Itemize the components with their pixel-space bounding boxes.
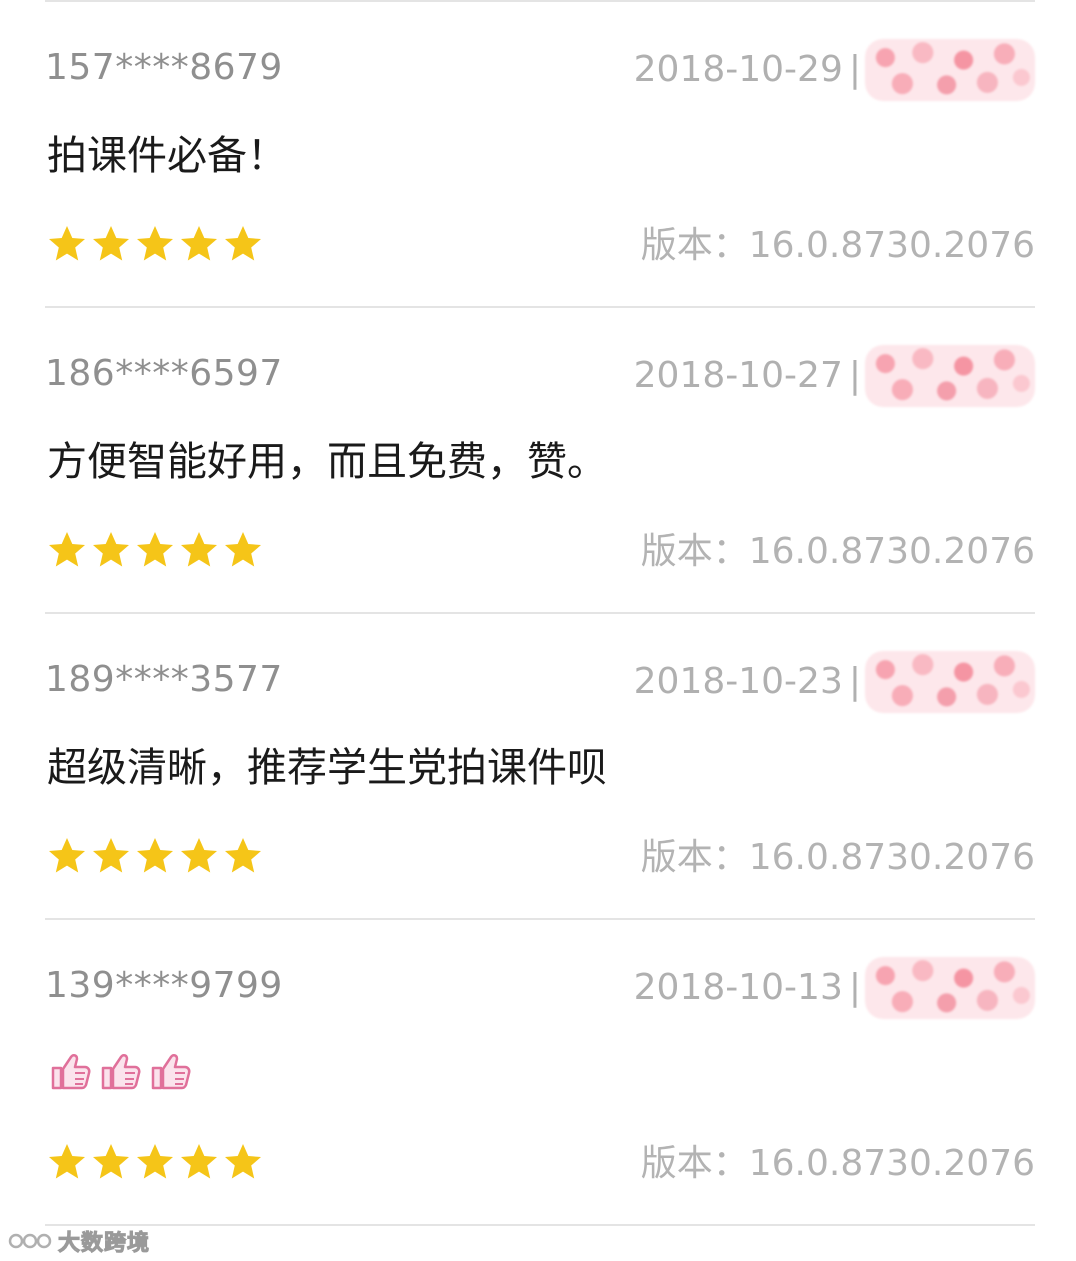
star-icon — [137, 532, 173, 567]
star-icon — [49, 532, 85, 567]
app-version: 版本：16.0.8730.2076 — [640, 837, 1035, 878]
review-comment-emoji — [49, 1050, 193, 1092]
review-item: 189****3577 2018-10-23 | 超级清晰，推荐学生党拍课件呗 … — [45, 614, 1035, 920]
star-icon — [49, 1144, 85, 1179]
review-date: 2018-10-29 — [633, 49, 843, 90]
review-comment: 拍课件必备！ — [47, 133, 287, 179]
thumbs-up-icon — [151, 1054, 191, 1090]
star-icon — [93, 532, 129, 567]
app-version: 版本：16.0.8730.2076 — [640, 531, 1035, 572]
review-meta: 2018-10-23 | — [633, 651, 1035, 713]
meta-separator: | — [848, 49, 861, 90]
star-icon — [181, 532, 217, 567]
redacted-sticker — [865, 345, 1035, 407]
meta-separator: | — [848, 661, 861, 702]
star-icon — [93, 838, 129, 873]
redacted-sticker — [865, 957, 1035, 1019]
star-icon — [181, 838, 217, 873]
review-meta: 2018-10-27 | — [633, 345, 1035, 407]
star-icon — [93, 226, 129, 261]
star-icon — [181, 226, 217, 261]
review-date: 2018-10-23 — [633, 661, 843, 702]
star-rating — [47, 530, 263, 570]
star-icon — [49, 838, 85, 873]
star-icon — [225, 1144, 261, 1179]
star-icon — [225, 226, 261, 261]
thumbs-up-icon — [101, 1054, 141, 1090]
watermark: 大数跨境 — [8, 1226, 151, 1257]
star-icon — [137, 1144, 173, 1179]
review-date: 2018-10-13 — [633, 967, 843, 1008]
divider — [45, 1224, 1035, 1226]
review-item: 186****6597 2018-10-27 | 方便智能好用，而且免费，赞。 … — [45, 308, 1035, 614]
review-list-page: 157****8679 2018-10-29 | 拍课件必备！ 版本：16.0.… — [0, 0, 1076, 1261]
review-comment: 超级清晰，推荐学生党拍课件呗 — [47, 745, 607, 791]
review-item: 139****9799 2018-10-13 | 版本：16.0.8730.20… — [45, 920, 1035, 1226]
star-icon — [49, 226, 85, 261]
meta-separator: | — [848, 355, 861, 396]
star-rating — [47, 836, 263, 876]
star-icon — [225, 838, 261, 873]
review-date: 2018-10-27 — [633, 355, 843, 396]
reviewer-name: 157****8679 — [45, 47, 283, 88]
thumbs-up-icon — [51, 1054, 91, 1090]
star-rating — [47, 1142, 263, 1182]
review-item: 157****8679 2018-10-29 | 拍课件必备！ 版本：16.0.… — [45, 2, 1035, 308]
redacted-sticker — [865, 651, 1035, 713]
app-version: 版本：16.0.8730.2076 — [640, 1143, 1035, 1184]
star-icon — [181, 1144, 217, 1179]
reviewer-name: 189****3577 — [45, 659, 283, 700]
review-comment: 方便智能好用，而且免费，赞。 — [47, 439, 607, 485]
reviewer-name: 186****6597 — [45, 353, 283, 394]
watermark-text: 大数跨境 — [57, 1231, 151, 1257]
review-meta: 2018-10-13 | — [633, 957, 1035, 1019]
star-rating — [47, 224, 263, 264]
star-icon — [137, 226, 173, 261]
meta-separator: | — [848, 967, 861, 1008]
redacted-sticker — [865, 39, 1035, 101]
star-icon — [93, 1144, 129, 1179]
app-version: 版本：16.0.8730.2076 — [640, 225, 1035, 266]
star-icon — [137, 838, 173, 873]
watermark-logo-icon — [8, 1233, 52, 1249]
reviewer-name: 139****9799 — [45, 965, 283, 1006]
star-icon — [225, 532, 261, 567]
review-meta: 2018-10-29 | — [633, 39, 1035, 101]
